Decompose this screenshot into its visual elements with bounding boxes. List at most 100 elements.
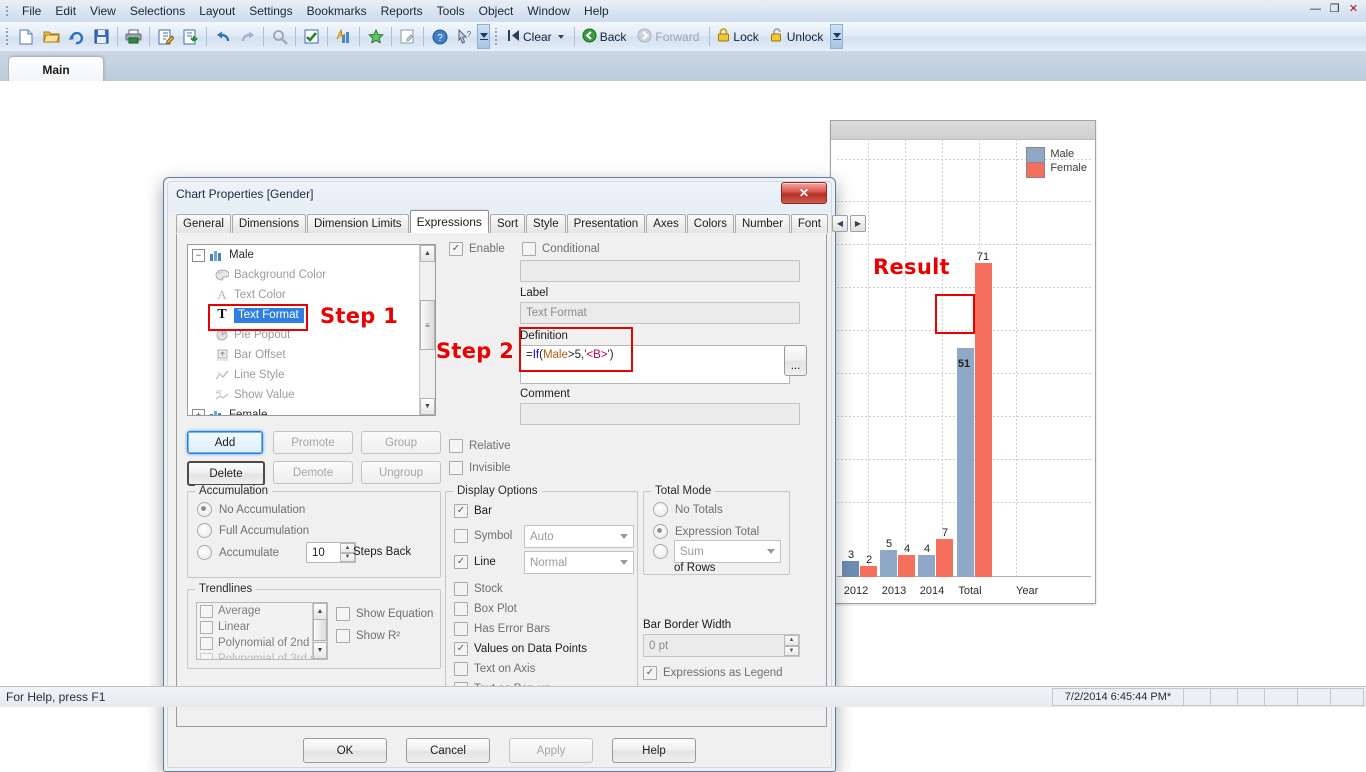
bar-male-2012[interactable] [842, 561, 859, 577]
tab-presentation[interactable]: Presentation [566, 214, 646, 233]
menu-edit[interactable]: Edit [48, 2, 83, 20]
tab-sort[interactable]: Sort [489, 214, 526, 233]
chart-object[interactable]: Male Female 3 2 5 4 4 7 51 71 2012 2013 … [830, 120, 1096, 604]
export-icon[interactable] [178, 24, 203, 49]
tab-style[interactable]: Style [526, 214, 566, 233]
bar-male-2013[interactable] [880, 550, 897, 577]
reload-icon[interactable] [64, 24, 89, 49]
tab-colors[interactable]: Colors [686, 214, 734, 233]
edit-script-icon[interactable] [153, 24, 178, 49]
tree-node-background-color[interactable]: Background Color [188, 265, 435, 285]
has-error-bars-checkbox[interactable]: Has Error Bars [454, 622, 550, 636]
menu-layout[interactable]: Layout [192, 2, 242, 20]
tab-dimension-limits[interactable]: Dimension Limits [307, 214, 409, 233]
stock-checkbox[interactable]: Stock [454, 582, 503, 596]
toolbar2-overflow-button[interactable] [830, 24, 844, 49]
toolbar-grip[interactable] [4, 27, 12, 46]
redo-icon[interactable] [235, 24, 260, 49]
definition-browse-button[interactable]: ... [784, 345, 807, 376]
trendline-item-average[interactable]: Average [197, 603, 327, 619]
ok-button[interactable]: OK [303, 738, 387, 763]
trendlines-listbox[interactable]: Average Linear Polynomial of 2nd d Polyn… [196, 602, 328, 660]
tree-node-bar-offset[interactable]: Bar Offset [188, 345, 435, 365]
bar-female-2014[interactable] [936, 539, 953, 577]
scroll-down-icon[interactable]: ▼ [420, 398, 435, 415]
menu-reports[interactable]: Reports [374, 2, 430, 20]
aggregate-combo[interactable]: Sum [674, 540, 781, 563]
radio-no-accumulation[interactable]: No Accumulation [197, 502, 305, 517]
search-icon[interactable] [267, 24, 292, 49]
label-input[interactable]: Text Format [520, 302, 800, 324]
dialog-close-icon[interactable]: ✕ [781, 182, 827, 204]
tab-general[interactable]: General [176, 214, 231, 233]
add-button[interactable]: Add [187, 431, 263, 454]
clear-button[interactable]: Clear [503, 26, 571, 48]
conditional-input[interactable] [520, 260, 800, 282]
expressions-as-legend-checkbox[interactable]: ✓ Expressions as Legend [643, 666, 783, 680]
menu-bookmarks[interactable]: Bookmarks [300, 2, 374, 20]
undo-icon[interactable] [210, 24, 235, 49]
radio-no-totals[interactable]: No Totals [653, 502, 723, 517]
comment-input[interactable] [520, 403, 800, 425]
tab-scroll-right-icon[interactable]: ▶ [849, 214, 866, 232]
tree-node-line-style[interactable]: Line Style [188, 365, 435, 385]
checkbox[interactable] [200, 604, 213, 618]
symbol-checkbox[interactable]: Symbol [454, 529, 512, 543]
cancel-button[interactable]: Cancel [406, 738, 490, 763]
tree-node-male[interactable]: − Male [188, 245, 435, 265]
toolbar2-grip[interactable] [493, 27, 501, 46]
bar-male-2014[interactable] [918, 555, 935, 577]
new-document-icon[interactable] [14, 24, 39, 49]
enable-checkbox[interactable]: ✓ Enable [449, 242, 505, 256]
menu-view[interactable]: View [83, 2, 123, 20]
tab-expressions[interactable]: Expressions [409, 210, 489, 233]
text-on-axis-checkbox[interactable]: Text on Axis [454, 662, 535, 676]
expand-icon[interactable]: + [192, 408, 205, 415]
scroll-up-icon[interactable]: ▲ [420, 245, 435, 262]
line-checkbox[interactable]: ✓ Line [454, 555, 496, 569]
bar-female-2013[interactable] [898, 555, 915, 577]
show-r2-checkbox[interactable]: Show R² [336, 629, 400, 643]
bar-male-total[interactable] [957, 348, 974, 577]
delete-button[interactable]: Delete [187, 461, 265, 486]
box-plot-checkbox[interactable]: Box Plot [454, 602, 517, 616]
relative-checkbox[interactable]: Relative [449, 439, 511, 453]
menu-grip[interactable] [3, 4, 13, 18]
menu-selections[interactable]: Selections [123, 2, 192, 20]
bar-checkbox[interactable]: ✓ Bar [454, 504, 492, 518]
menu-window[interactable]: Window [520, 2, 577, 20]
trendlines-scrollbar[interactable]: ▲ ▼ [312, 603, 327, 659]
trendline-item-poly3[interactable]: Polynomial of 3rd d [197, 651, 327, 659]
minimize-icon[interactable]: — [1307, 2, 1324, 17]
conditional-checkbox[interactable]: Conditional [522, 242, 600, 256]
radio-aggregate[interactable] [653, 544, 668, 559]
current-selections-icon[interactable] [299, 24, 324, 49]
chevron-down-icon[interactable] [557, 34, 564, 39]
tree-node-text-color[interactable]: A Text Color [188, 285, 435, 305]
unlock-button[interactable]: Unlock [766, 25, 831, 48]
scrollbar-thumb[interactable]: ≡ [420, 300, 435, 350]
close-icon[interactable]: ✕ [1345, 2, 1362, 17]
checkbox[interactable] [200, 636, 213, 650]
line-combo[interactable]: Normal [524, 551, 634, 574]
collapse-icon[interactable]: − [192, 248, 205, 262]
radio-expression-total[interactable]: Expression Total [653, 524, 759, 539]
bar-border-spinner[interactable]: ▲ ▼ [784, 635, 799, 656]
radio-full-accumulation[interactable]: Full Accumulation [197, 523, 309, 538]
help-button[interactable]: Help [612, 738, 696, 763]
menu-help[interactable]: Help [577, 2, 616, 20]
bar-border-width-input[interactable]: 0 pt ▲ ▼ [643, 634, 800, 657]
chart-wizard-icon[interactable] [331, 24, 356, 49]
scroll-up-icon[interactable]: ▲ [313, 603, 327, 620]
trendline-item-linear[interactable]: Linear [197, 619, 327, 635]
steps-back-input[interactable]: 10 ▲ ▼ [306, 542, 356, 563]
tree-node-show-value[interactable]: 42 Show Value [188, 385, 435, 405]
maximize-icon[interactable]: ❐ [1326, 2, 1343, 17]
checkbox[interactable] [200, 620, 213, 634]
scroll-down-icon[interactable]: ▼ [313, 642, 327, 659]
lock-button[interactable]: Lock [713, 25, 765, 48]
toolbar-overflow-button[interactable] [477, 24, 490, 49]
menu-file[interactable]: File [15, 2, 48, 20]
spin-up-icon[interactable]: ▲ [784, 635, 799, 646]
favorites-star-icon[interactable] [363, 24, 388, 49]
